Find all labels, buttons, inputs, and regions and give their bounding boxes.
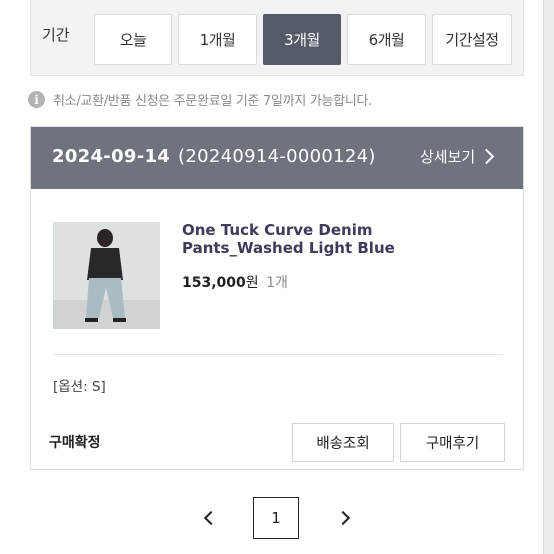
notice-text: 취소/교환/반품 신청은 주문완료일 기준 7일까지 가능합니다. <box>53 94 372 109</box>
order-detail-link[interactable]: 상세보기 <box>420 146 495 167</box>
product-quantity: 1개 <box>266 275 288 291</box>
order-number: (20240914-0000124) <box>178 146 376 167</box>
period-custom-button[interactable]: 기간설정 <box>432 14 512 65</box>
product-price: 153,000 <box>182 275 246 291</box>
scrollbar-track[interactable] <box>543 0 554 554</box>
order-date: 2024-09-14 <box>52 146 171 167</box>
product-option: [옵션: S] <box>53 379 106 395</box>
period-today-button[interactable]: 오늘 <box>94 14 172 65</box>
price-row: 153,000원 1개 <box>182 272 288 292</box>
chevron-right-icon[interactable] <box>335 510 351 526</box>
order-card: 2024-09-14 (20240914-0000124) 상세보기 One T… <box>30 126 524 470</box>
cancellation-notice: i 취소/교환/반품 신청은 주문완료일 기준 7일까지 가능합니다. <box>28 90 372 109</box>
write-review-button[interactable]: 구매후기 <box>400 423 505 462</box>
track-delivery-button[interactable]: 배송조회 <box>292 423 394 462</box>
divider <box>53 354 503 355</box>
period-label: 기간 <box>42 26 70 44</box>
product-photo-icon <box>53 222 160 329</box>
order-detail-label: 상세보기 <box>420 148 476 166</box>
period-6month-button[interactable]: 6개월 <box>347 14 426 65</box>
product-name[interactable]: One Tuck Curve Denim Pants_Washed Light … <box>182 221 492 257</box>
order-status: 구매확정 <box>49 435 101 451</box>
period-1month-button[interactable]: 1개월 <box>178 14 257 65</box>
chevron-right-icon <box>478 148 495 165</box>
info-icon: i <box>28 91 45 108</box>
period-3month-button[interactable]: 3개월 <box>263 14 341 65</box>
chevron-left-icon[interactable] <box>203 510 219 526</box>
order-header: 2024-09-14 (20240914-0000124) 상세보기 <box>31 127 523 189</box>
product-thumbnail[interactable] <box>53 222 160 329</box>
price-unit: 원 <box>245 275 259 291</box>
current-page-button[interactable]: 1 <box>253 497 299 539</box>
